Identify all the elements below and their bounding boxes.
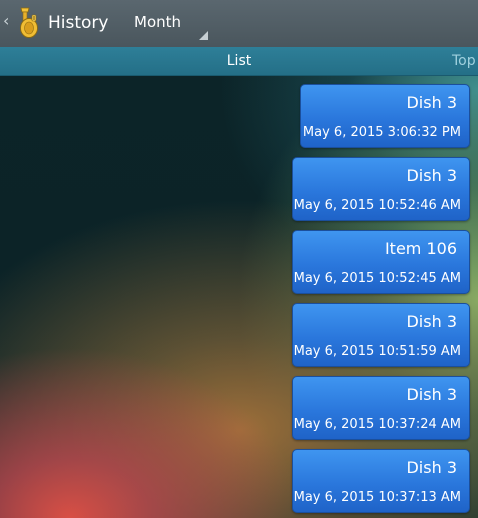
history-item-title: Dish 3 <box>406 312 457 331</box>
back-chevron-icon[interactable]: ‹ <box>3 11 9 31</box>
history-item[interactable]: Dish 3 May 6, 2015 10:37:13 AM <box>292 449 470 513</box>
history-item-timestamp: May 6, 2015 10:37:24 AM <box>293 417 461 432</box>
history-item-title: Dish 3 <box>406 385 457 404</box>
tab-strip: List Top <box>0 47 478 76</box>
period-spinner-value: Month <box>134 13 182 31</box>
history-item-timestamp: May 6, 2015 10:37:13 AM <box>293 490 461 505</box>
history-item-timestamp: May 6, 2015 3:06:32 PM <box>302 125 461 140</box>
action-bar: ‹ History Month <box>0 0 478 47</box>
history-item[interactable]: Item 106 May 6, 2015 10:52:45 AM <box>292 230 470 294</box>
history-item-title: Dish 3 <box>406 458 457 477</box>
history-item-timestamp: May 6, 2015 10:52:45 AM <box>293 271 461 286</box>
history-item-timestamp: May 6, 2015 10:52:46 AM <box>293 198 461 213</box>
spinner-corner-icon <box>199 31 208 40</box>
history-item[interactable]: Dish 3 May 6, 2015 3:06:32 PM <box>300 84 470 148</box>
history-item-timestamp: May 6, 2015 10:51:59 AM <box>293 344 461 359</box>
page-title: History <box>48 13 109 33</box>
history-item-title: Dish 3 <box>406 166 457 185</box>
tuba-icon[interactable] <box>16 6 40 40</box>
tab-top[interactable]: Top <box>452 52 476 70</box>
history-item[interactable]: Dish 3 May 6, 2015 10:37:24 AM <box>292 376 470 440</box>
history-item[interactable]: Dish 3 May 6, 2015 10:52:46 AM <box>292 157 470 221</box>
history-item-title: Dish 3 <box>406 93 457 112</box>
period-spinner[interactable]: Month <box>124 6 210 42</box>
history-item[interactable]: Dish 3 May 6, 2015 10:51:59 AM <box>292 303 470 367</box>
tab-list[interactable]: List <box>0 52 478 70</box>
history-list[interactable]: Dish 3 May 6, 2015 3:06:32 PM Dish 3 May… <box>0 76 478 518</box>
history-item-title: Item 106 <box>384 239 457 258</box>
